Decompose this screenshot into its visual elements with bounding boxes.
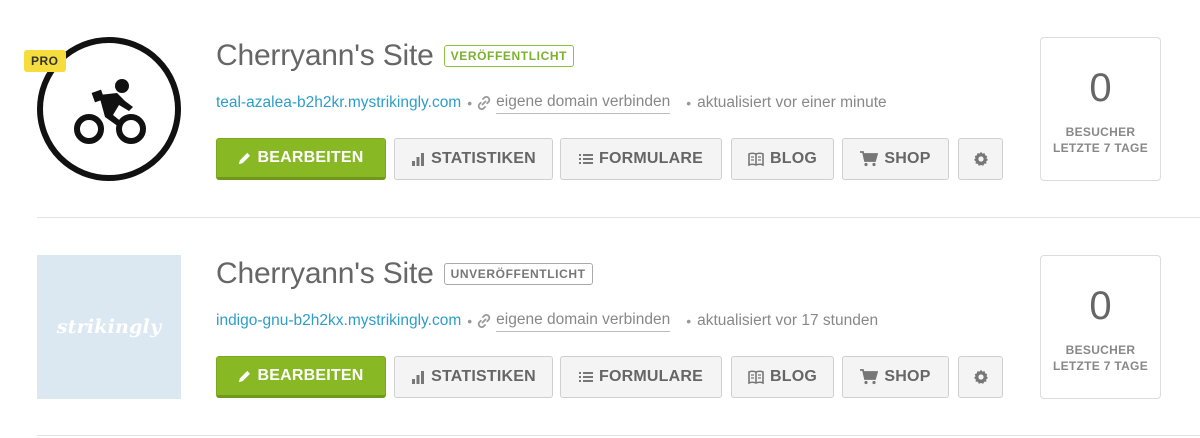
updated-text: aktualisiert vor 17 stunden xyxy=(697,312,879,329)
site-url-link[interactable]: indigo-gnu-b2h2kx.mystrikingly.com xyxy=(216,312,461,330)
edit-button-label: BEARBEITEN xyxy=(257,367,364,384)
site-meta: indigo-gnu-b2h2kx.mystrikingly.com • eig… xyxy=(216,309,878,333)
list-icon xyxy=(578,371,593,383)
shop-button-label: SHOP xyxy=(884,368,931,385)
forms-button-label: FORMULARE xyxy=(598,368,703,385)
blog-button-label: BLOG xyxy=(769,368,818,385)
connect-domain-link[interactable]: eigene domain verbinden xyxy=(496,311,671,332)
status-badge: UNVERÖFFENTLICHT xyxy=(443,263,593,285)
blog-button-label: BLOG xyxy=(769,150,818,167)
visitor-label-line2: LETZTE 7 TAGE xyxy=(1052,141,1148,155)
pencil-icon xyxy=(238,370,251,383)
site-url-link[interactable]: teal-azalea-b2h2kr.mystrikingly.com xyxy=(216,94,461,112)
forms-button[interactable]: FORMULARE xyxy=(560,356,722,398)
cart-icon xyxy=(860,369,879,385)
edit-button-label: BEARBEITEN xyxy=(257,149,364,166)
visitor-label-line1: BESUCHER xyxy=(1065,125,1136,139)
stats-button-label: STATISTIKEN xyxy=(431,150,536,167)
list-icon xyxy=(578,153,593,165)
stats-button-label: STATISTIKEN xyxy=(431,368,536,385)
shop-button[interactable]: SHOP xyxy=(842,138,949,180)
site-thumbnail[interactable]: strikingly xyxy=(37,255,181,399)
shop-button[interactable]: SHOP xyxy=(842,356,949,398)
site-title[interactable]: Cherryann's Site xyxy=(216,39,434,73)
visitor-count: 0 xyxy=(1089,284,1112,328)
visitor-label: BESUCHER LETZTE 7 TAGE xyxy=(1041,342,1160,374)
visitor-label-line1: BESUCHER xyxy=(1065,343,1136,357)
site-meta: teal-azalea-b2h2kr.mystrikingly.com • ei… xyxy=(216,91,887,115)
stats-button[interactable]: STATISTIKEN xyxy=(394,356,553,398)
row-divider xyxy=(37,435,1200,436)
edit-button[interactable]: BEARBEITEN xyxy=(216,356,386,398)
settings-button[interactable] xyxy=(958,356,1003,398)
site-title-line: Cherryann's Site UNVERÖFFENTLICHT xyxy=(216,254,593,294)
visitor-count: 0 xyxy=(1089,66,1112,110)
site-card: strikingly Cherryann's Site UNVERÖFFENTL… xyxy=(0,218,1200,436)
book-icon xyxy=(748,370,764,384)
cart-icon xyxy=(860,151,879,167)
visitor-label-line2: LETZTE 7 TAGE xyxy=(1052,359,1148,373)
updated-text: aktualisiert vor einer minute xyxy=(697,94,887,111)
link-icon xyxy=(476,95,492,111)
pro-badge: PRO xyxy=(24,50,66,72)
visitor-stats: 0 BESUCHER LETZTE 7 TAGE xyxy=(1040,255,1161,399)
forms-button-label: FORMULARE xyxy=(598,150,703,167)
book-icon xyxy=(748,152,764,166)
bar-chart-icon xyxy=(411,370,425,384)
shop-button-label: SHOP xyxy=(884,150,931,167)
site-card: PRO Cherryann's Site VERÖFFENTLICHT teal… xyxy=(0,0,1200,218)
visitor-label: BESUCHER LETZTE 7 TAGE xyxy=(1041,124,1160,156)
separator-dot: • xyxy=(686,313,692,329)
site-title-line: Cherryann's Site VERÖFFENTLICHT xyxy=(216,36,575,76)
blog-button[interactable]: BLOG xyxy=(731,138,834,180)
bar-chart-icon xyxy=(411,152,425,166)
forms-button[interactable]: FORMULARE xyxy=(560,138,722,180)
stats-button[interactable]: STATISTIKEN xyxy=(394,138,553,180)
separator-dot: • xyxy=(467,95,473,111)
blog-button[interactable]: BLOG xyxy=(731,356,834,398)
gear-icon xyxy=(973,151,989,167)
gear-icon xyxy=(973,369,989,385)
strikingly-logo: strikingly xyxy=(56,316,162,338)
site-title[interactable]: Cherryann's Site xyxy=(216,257,434,291)
settings-button[interactable] xyxy=(958,138,1003,180)
separator-dot: • xyxy=(686,95,692,111)
pencil-icon xyxy=(238,152,251,165)
link-icon xyxy=(476,313,492,329)
edit-button[interactable]: BEARBEITEN xyxy=(216,138,386,180)
separator-dot: • xyxy=(467,313,473,329)
connect-domain-link[interactable]: eigene domain verbinden xyxy=(496,93,671,114)
status-badge: VERÖFFENTLICHT xyxy=(443,45,575,67)
visitor-stats: 0 BESUCHER LETZTE 7 TAGE xyxy=(1040,37,1161,181)
